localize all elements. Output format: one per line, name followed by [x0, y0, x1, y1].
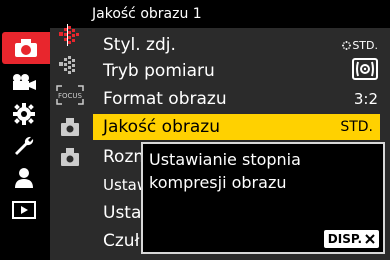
other-photo-icon [61, 148, 79, 166]
svg-text:FOCUS: FOCUS [58, 92, 83, 100]
camera-icon [15, 39, 37, 57]
menu-title: Jakość obrazu 1 [92, 6, 202, 22]
menu-item-metering-mode[interactable]: Tryb pomiaru [88, 58, 390, 84]
focus-icon: FOCUS [56, 85, 84, 105]
video-camera-icon [13, 74, 36, 90]
sub-tab-quality-2[interactable] [54, 52, 86, 78]
menu-item-aspect-ratio[interactable]: Format obrazu 3:2 [88, 86, 390, 112]
main-tab-video[interactable] [4, 66, 44, 98]
photo-style-value: STD. [352, 38, 378, 52]
sub-tab-focus[interactable]: FOCUS [54, 82, 86, 108]
main-tab-setup[interactable] [4, 130, 44, 162]
camera-menu-screen: FOCUS Jakość obrazu 1 Styl. zdj. STD. Tr… [0, 0, 390, 260]
menu-item-photo-style[interactable]: Styl. zdj. STD. [88, 32, 390, 58]
sub-tab-quality-1[interactable] [54, 22, 86, 48]
help-text: Ustawianie stopnia kompresji obrazu [149, 150, 301, 192]
sub-tab-flash[interactable] [54, 114, 86, 140]
metering-multi-icon [352, 58, 378, 84]
menu-item-value: STD. [340, 119, 373, 135]
menu-item-label: Czuł [103, 231, 140, 251]
close-icon [365, 234, 375, 244]
menu-item-value: 3:2 [353, 90, 378, 108]
menu-item-label: Format obrazu [103, 89, 227, 109]
main-tab-custom[interactable] [4, 98, 44, 130]
main-tab-photo[interactable] [2, 32, 50, 64]
menu-item-label: Usta [103, 203, 142, 223]
wrench-icon [15, 136, 34, 155]
disp-close-button[interactable]: DISP. [323, 230, 379, 248]
playback-icon [12, 201, 36, 219]
sub-tab-column: FOCUS [50, 0, 88, 260]
menu-item-label: Jakość obrazu [103, 117, 220, 137]
photo-style-standard-icon: STD. [342, 39, 378, 52]
menu-item-label: Styl. zdj. [103, 35, 176, 55]
person-icon [15, 168, 33, 188]
main-tab-column [0, 0, 50, 260]
disp-label: DISP. [327, 232, 362, 246]
sub-tab-other-photo[interactable] [54, 144, 86, 170]
gear-icon [13, 103, 35, 125]
main-tab-playback[interactable] [4, 194, 44, 226]
menu-item-image-quality[interactable]: Jakość obrazu STD. [93, 114, 380, 140]
image-quality-icon-1 [59, 24, 79, 46]
flash-icon [61, 118, 79, 136]
main-tab-my-menu[interactable] [4, 162, 44, 194]
menu-item-label: Tryb pomiaru [103, 61, 215, 81]
help-popup: Ustawianie stopnia kompresji obrazu DISP… [141, 142, 385, 254]
image-quality-icon-2 [59, 56, 75, 74]
